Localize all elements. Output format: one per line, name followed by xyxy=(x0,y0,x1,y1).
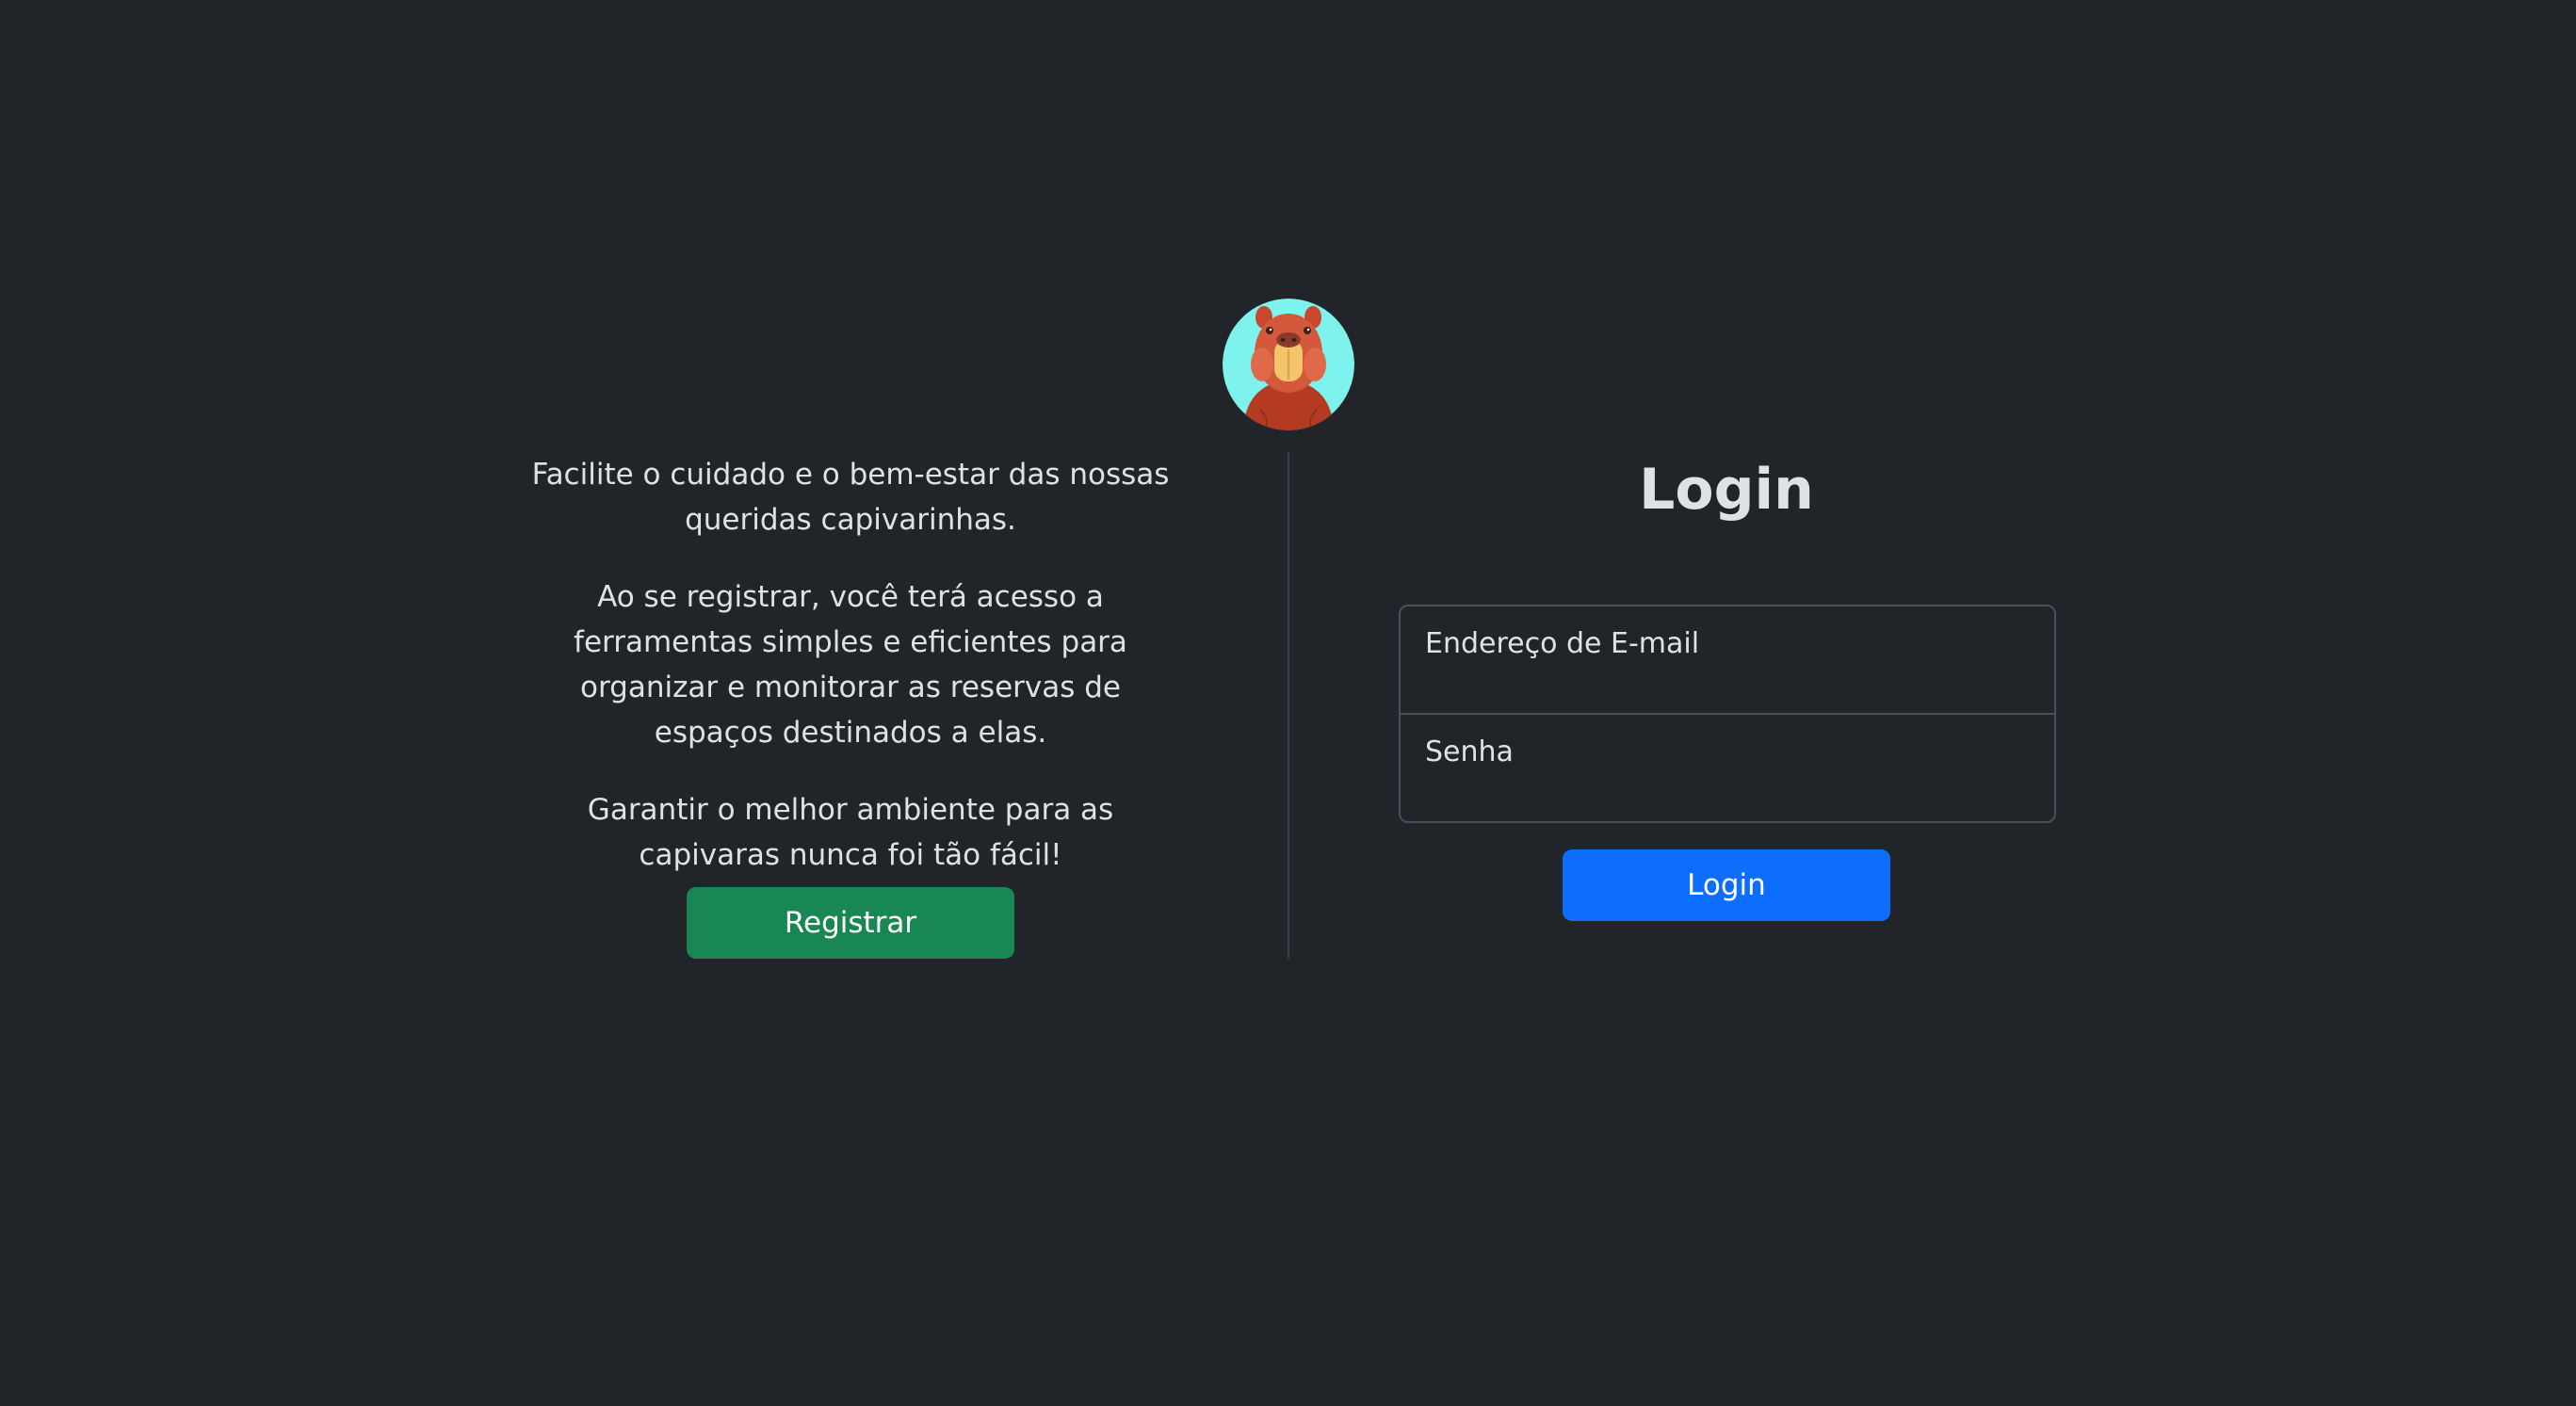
password-field-group: Senha xyxy=(1401,713,2054,821)
login-button[interactable]: Login xyxy=(1563,849,1890,921)
intro-paragraph-1: Facilite o cuidado e o bem-estar das nos… xyxy=(531,458,1170,537)
login-page: Facilite o cuidado e o bem-estar das nos… xyxy=(0,0,2576,1406)
password-input[interactable] xyxy=(1401,715,2054,821)
intro-section: Facilite o cuidado e o bem-estar das nos… xyxy=(521,452,1180,910)
capybara-logo-icon xyxy=(1223,299,1354,430)
login-form: Endereço de E-mail Senha xyxy=(1399,605,2056,823)
intro-paragraph-3: Garantir o melhor ambiente para as capiv… xyxy=(587,793,1114,872)
email-field-group: Endereço de E-mail xyxy=(1401,606,2054,713)
vertical-divider xyxy=(1288,452,1289,959)
email-input[interactable] xyxy=(1401,606,2054,713)
login-title: Login xyxy=(1639,457,1814,523)
intro-paragraph-2: Ao se registrar, você terá acesso a ferr… xyxy=(574,580,1127,750)
register-button[interactable]: Registrar xyxy=(687,887,1014,959)
